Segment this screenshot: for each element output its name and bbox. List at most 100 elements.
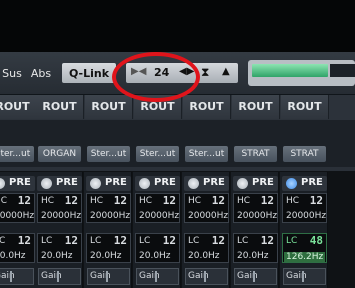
- lc-frequency: 126.2Hz: [284, 252, 325, 262]
- rout-header[interactable]: ROUT: [0, 95, 37, 119]
- sus-button[interactable]: Sus: [0, 63, 24, 83]
- pre-label: PRE: [105, 177, 127, 188]
- route-button[interactable]: Ster...ut: [0, 146, 34, 162]
- hc-frequency: 20000Hz: [0, 211, 35, 221]
- pre-button[interactable]: PRE: [0, 176, 35, 191]
- lc-slope: 12: [211, 234, 225, 247]
- lc-filter[interactable]: LC 12 20.0Hz: [0, 233, 35, 263]
- lc-filter[interactable]: LC 12 20.0Hz: [233, 233, 278, 263]
- link-hourglass-icon[interactable]: ⧗: [201, 65, 209, 80]
- hc-slope: 12: [113, 194, 127, 207]
- level-meter-empty: [330, 64, 355, 77]
- pre-button[interactable]: PRE: [233, 176, 278, 191]
- gain-handle[interactable]: [204, 271, 206, 282]
- pre-indicator-icon: [0, 178, 5, 189]
- gain-slider[interactable]: Gain: [38, 268, 81, 285]
- gain-handle[interactable]: [253, 271, 255, 282]
- rout-header[interactable]: ROUT: [183, 95, 231, 119]
- hc-frequency: 20000Hz: [237, 211, 278, 221]
- lc-filter[interactable]: LC 12 20.0Hz: [184, 233, 229, 263]
- qlink-button[interactable]: Q-Link: [62, 63, 116, 83]
- lc-filter[interactable]: LC 12 20.0Hz: [86, 233, 131, 263]
- lc-slope: 12: [113, 234, 127, 247]
- hc-frequency: 20000Hz: [286, 211, 327, 221]
- pre-label: PRE: [252, 177, 274, 188]
- pre-button[interactable]: PRE: [135, 176, 180, 191]
- gain-handle[interactable]: [106, 271, 108, 282]
- hc-filter[interactable]: HC 12 20000Hz: [233, 193, 278, 223]
- gain-handle[interactable]: [10, 271, 12, 282]
- hc-label: HC: [286, 196, 300, 206]
- pre-button[interactable]: PRE: [37, 176, 82, 191]
- hc-slope: 12: [162, 194, 176, 207]
- hc-label: HC: [90, 196, 104, 206]
- lc-frequency: 20.0Hz: [139, 251, 171, 261]
- pre-label: PRE: [301, 177, 323, 188]
- gain-slider[interactable]: Gain: [283, 268, 326, 285]
- gain-slider[interactable]: Gain: [0, 268, 34, 285]
- lc-filter[interactable]: LC 48 126.2Hz: [282, 233, 327, 263]
- route-button[interactable]: Ster...ut: [87, 146, 130, 162]
- hc-slope: 12: [64, 194, 78, 207]
- hc-frequency: 20000Hz: [188, 211, 229, 221]
- lc-label: LC: [41, 236, 53, 246]
- lc-slope: 12: [260, 234, 274, 247]
- lc-label: LC: [139, 236, 151, 246]
- hc-filter[interactable]: HC 12 20000Hz: [135, 193, 180, 223]
- hc-filter[interactable]: HC 12 20000Hz: [184, 193, 229, 223]
- lc-frequency: 20.0Hz: [237, 251, 269, 261]
- route-button[interactable]: ORGAN: [38, 146, 81, 162]
- gain-handle[interactable]: [155, 271, 157, 282]
- lc-filter[interactable]: LC 12 20.0Hz: [37, 233, 82, 263]
- abs-button[interactable]: Abs: [28, 63, 54, 83]
- lc-frequency: 20.0Hz: [188, 251, 220, 261]
- lc-label: LC: [237, 236, 249, 246]
- gain-slider[interactable]: Gain: [234, 268, 277, 285]
- hc-label: HC: [0, 196, 8, 206]
- hc-slope: 12: [17, 194, 31, 207]
- hc-frequency: 20000Hz: [139, 211, 180, 221]
- gain-slider[interactable]: Gain: [185, 268, 228, 285]
- up-down-arrows-icon[interactable]: ▲: [222, 66, 230, 77]
- route-button[interactable]: STRAT: [283, 146, 326, 162]
- route-button[interactable]: Ster...ut: [136, 146, 179, 162]
- lc-label: LC: [0, 236, 6, 246]
- top-black-region: [0, 0, 355, 52]
- level-meter-fill: [252, 64, 328, 77]
- pre-button[interactable]: PRE: [282, 176, 327, 191]
- gain-label: Gain: [0, 271, 15, 281]
- route-button[interactable]: Ster...ut: [185, 146, 228, 162]
- pre-indicator-icon: [90, 178, 101, 189]
- rout-header[interactable]: ROUT: [232, 95, 280, 119]
- gain-slider[interactable]: Gain: [87, 268, 130, 285]
- pre-label: PRE: [9, 177, 31, 188]
- gain-handle[interactable]: [302, 271, 304, 282]
- hc-slope: 12: [211, 194, 225, 207]
- gain-slider[interactable]: Gain: [136, 268, 179, 285]
- pre-button[interactable]: PRE: [184, 176, 229, 191]
- pre-label: PRE: [154, 177, 176, 188]
- highlight-circle: [112, 52, 200, 102]
- link-control[interactable]: ⧗ ▲: [196, 63, 238, 83]
- hc-filter[interactable]: HC 12 20000Hz: [86, 193, 131, 223]
- hc-filter[interactable]: HC 12 20000Hz: [282, 193, 327, 223]
- hc-filter[interactable]: HC 12 20000Hz: [0, 193, 35, 223]
- rout-header[interactable]: ROUT: [36, 95, 84, 119]
- pre-button[interactable]: PRE: [86, 176, 131, 191]
- pre-indicator-icon: [286, 178, 297, 189]
- rout-header[interactable]: ROUT: [281, 95, 329, 119]
- hc-label: HC: [139, 196, 153, 206]
- lc-frequency: 20.0Hz: [41, 251, 73, 261]
- rout-header[interactable]: ROUT: [85, 95, 133, 119]
- route-button[interactable]: STRAT: [234, 146, 277, 162]
- pre-label: PRE: [56, 177, 78, 188]
- lc-slope: 12: [17, 234, 31, 247]
- lc-frequency: 20.0Hz: [0, 251, 26, 261]
- lc-slope: 12: [162, 234, 176, 247]
- lc-filter[interactable]: LC 12 20.0Hz: [135, 233, 180, 263]
- hc-frequency: 20000Hz: [41, 211, 82, 221]
- hc-frequency: 20000Hz: [90, 211, 131, 221]
- hc-label: HC: [41, 196, 55, 206]
- hc-filter[interactable]: HC 12 20000Hz: [37, 193, 82, 223]
- gain-handle[interactable]: [57, 271, 59, 282]
